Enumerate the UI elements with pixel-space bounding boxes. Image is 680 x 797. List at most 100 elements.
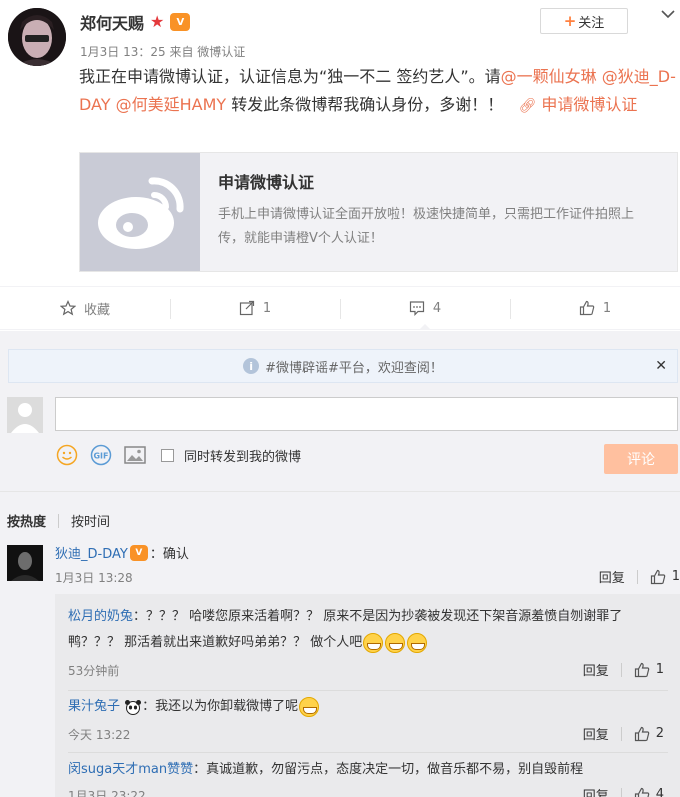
reply-like-button[interactable]: 1: [634, 662, 664, 678]
thumbs-up-icon: [634, 726, 649, 741]
repost-button[interactable]: 1: [170, 287, 340, 329]
reply-text: ：真诚道歉，勿留污点，态度决定一切，做音乐都不易，别自毁前程: [193, 762, 584, 777]
card-title[interactable]: 申请微博认证: [218, 169, 659, 193]
thumbs-up-icon: [579, 300, 595, 316]
reply-divider: [68, 752, 668, 753]
reply-actions: 回复 4: [583, 785, 664, 797]
reply-user[interactable]: 果汁兔子: [68, 699, 120, 714]
sort-tabs: 按热度 按时间: [7, 511, 110, 530]
panda-badge-icon: [124, 699, 142, 715]
submit-comment-button[interactable]: 评论: [604, 444, 678, 474]
reply-time: 1月3日 23:22: [68, 789, 146, 797]
favorite-button[interactable]: 收藏: [0, 287, 170, 329]
reply-button[interactable]: 回复: [599, 567, 625, 586]
divider: [636, 569, 638, 584]
star-icon: ★: [150, 12, 165, 31]
thumbs-up-icon: [634, 662, 649, 677]
reply-button[interactable]: 回复: [583, 785, 609, 797]
reply-time: 今天 13:22: [68, 728, 131, 742]
divider: [620, 787, 622, 797]
repost-count: 1: [262, 300, 272, 316]
comment-button[interactable]: 4: [340, 287, 510, 330]
notice-text[interactable]: #微博辟谣#平台，欢迎查阅！: [265, 357, 443, 376]
grin-emoji-icon: [363, 632, 384, 653]
vip-badge-icon[interactable]: V: [170, 13, 191, 31]
close-icon[interactable]: ✕: [655, 358, 667, 374]
chevron-down-icon[interactable]: [660, 8, 676, 20]
post-meta: 1月3日 13：25 来自 微博认证: [80, 45, 246, 59]
comment-actions: 回复 1: [599, 567, 680, 586]
comment-count: 4: [432, 300, 442, 316]
card-desc: 手机上申请微博认证全面开放啦！极速快捷简单，只需把工作证件拍照上传，就能申请橙V…: [218, 207, 635, 246]
post-text: 我正在申请微博认证，认证信息为“独一不二 签约艺人”。请@一颗仙女琳 @狄迪_D…: [79, 63, 677, 120]
divider: [620, 662, 622, 677]
comment-like-button[interactable]: 1: [650, 569, 680, 585]
like-count: 1: [602, 300, 612, 316]
thumbs-up-icon: [634, 787, 649, 797]
my-avatar: [7, 397, 43, 433]
comment-tools: GIF 同时转发到我的微博: [55, 443, 301, 467]
comment-like-count: 1: [671, 569, 680, 584]
reply-text: ：？？？ 哈喽您原来活着啊？？ 原来不是因为抄袭被发现还下架音源羞愤自刎谢罪了鸭…: [68, 609, 623, 650]
author-name-row: 郑何天赐 ★ V: [80, 10, 191, 34]
grin-emoji-icon: [299, 696, 320, 717]
reply-actions: 回复 1: [583, 660, 664, 679]
rumor-notice[interactable]: i #微博辟谣#平台，欢迎查阅！ ✕: [8, 349, 678, 383]
comment-icon: [409, 301, 424, 316]
reply-user[interactable]: 闵suga天才man赞赞: [68, 762, 193, 777]
author-name[interactable]: 郑何天赐: [80, 10, 144, 34]
author-avatar[interactable]: [8, 8, 66, 66]
reply-time: 53分钟前: [68, 664, 120, 678]
comment-section: i #微博辟谣#平台，欢迎查阅！ ✕ GIF 同时转发到我的微博 评论 按热度 …: [0, 331, 680, 797]
reply-list: 松月的奶兔：？？？ 哈喽您原来活着啊？？ 原来不是因为抄袭被发现还下架音源羞愤自…: [55, 594, 680, 797]
sync-checkbox[interactable]: [161, 448, 174, 462]
comment-text: ：确认: [149, 547, 189, 562]
emoji-icon[interactable]: [55, 443, 79, 467]
favorite-label: 收藏: [83, 302, 110, 318]
sort-hot-tab[interactable]: 按热度: [7, 511, 46, 530]
reply-like-button[interactable]: 4: [634, 787, 664, 797]
action-bar: 收藏 1 4 1: [0, 286, 680, 330]
gif-icon[interactable]: GIF: [89, 443, 113, 467]
card-body: 申请微博认证 手机上申请微博认证全面开放啦！极速快捷简单，只需把工作证件拍照上传…: [200, 153, 677, 271]
share-icon: [239, 300, 254, 316]
svg-text:GIF: GIF: [93, 452, 108, 461]
sort-separator: [58, 513, 60, 528]
reply-like-button[interactable]: 2: [634, 726, 664, 742]
reply-button[interactable]: 回复: [583, 724, 609, 743]
like-button[interactable]: 1: [510, 287, 680, 329]
verify-link-text: 申请微博认证: [541, 95, 638, 114]
comment-time: 1月3日 13:28: [55, 571, 133, 585]
link-icon: 🔗︎: [518, 98, 537, 114]
thumbs-up-icon: [650, 569, 665, 584]
reply-actions: 回复 2: [583, 724, 664, 743]
divider: [620, 726, 622, 741]
commenter-avatar[interactable]: [7, 545, 43, 581]
image-icon[interactable]: [123, 443, 147, 467]
comment-input[interactable]: [55, 397, 678, 431]
post-text-after: 转发此条微博帮我确认身份，多谢！！: [226, 95, 504, 114]
info-icon: i: [243, 358, 260, 374]
star-outline-icon: [59, 300, 76, 316]
commenter-name[interactable]: 狄迪_D-DAY: [55, 543, 128, 562]
sort-time-tab[interactable]: 按时间: [71, 511, 110, 530]
follow-button[interactable]: + 关注: [540, 8, 628, 34]
grin-emoji-icon: [407, 632, 428, 653]
reply-item: 果汁兔子 ：我还以为你卸载微博了呢: [68, 694, 668, 720]
verify-link[interactable]: 🔗︎ 申请微博认证: [519, 95, 638, 114]
plus-icon: +: [563, 12, 577, 30]
vip-badge-icon[interactable]: V: [129, 544, 148, 561]
link-card[interactable]: 申请微博认证 手机上申请微博认证全面开放啦！极速快捷简单，只需把工作证件拍照上传…: [79, 152, 678, 272]
reply-like-count: 4: [655, 787, 664, 797]
sync-label: 同时转发到我的微博: [184, 449, 302, 465]
reply-button[interactable]: 回复: [583, 660, 609, 679]
mention-link[interactable]: @何美延HAMY: [116, 95, 227, 114]
reply-item: 松月的奶兔：？？？ 哈喽您原来活着啊？？ 原来不是因为抄袭被发现还下架音源羞愤自…: [68, 604, 668, 656]
grin-emoji-icon: [385, 632, 406, 653]
follow-label: 关注: [578, 15, 605, 31]
mention-link[interactable]: @一颗仙女琳: [501, 67, 597, 86]
weibo-logo-icon: [80, 153, 200, 271]
sort-divider: [0, 491, 680, 492]
reply-text: ：我还以为你卸载微博了呢: [142, 699, 299, 714]
reply-user[interactable]: 松月的奶兔: [68, 609, 133, 624]
